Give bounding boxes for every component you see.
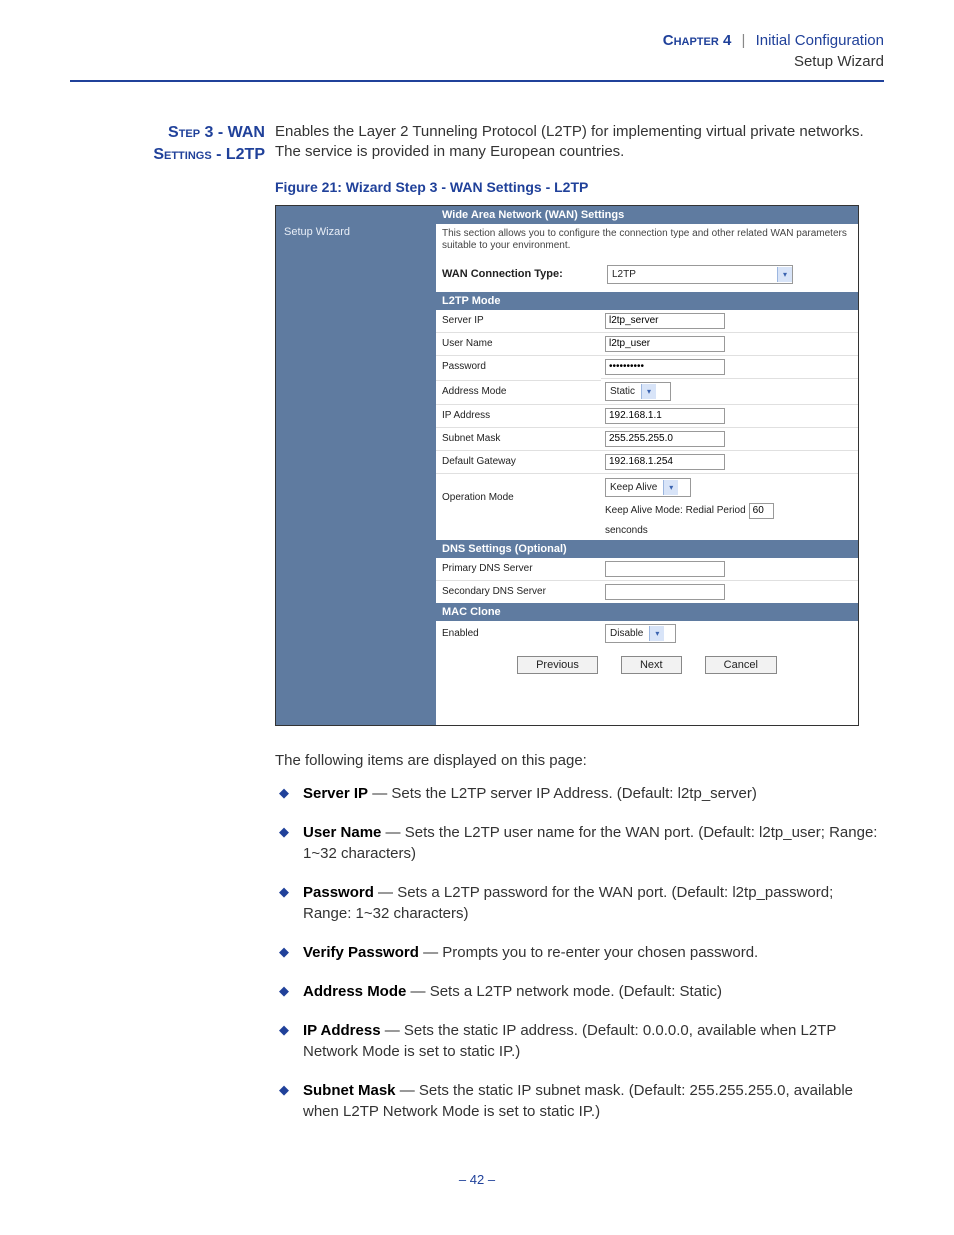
label-user-name: User Name [436,332,601,354]
chevron-down-icon: ▾ [777,267,792,282]
bullet-text: — Sets a L2TP network mode. (Default: St… [406,983,722,1000]
wan-type-value: L2TP [612,269,636,280]
bullet-text: — Sets the L2TP user name for the WAN po… [303,824,877,862]
list-item: Server IP — Sets the L2TP server IP Addr… [275,783,884,804]
mac-enabled-value: Disable [610,628,643,639]
chevron-down-icon: ▾ [649,626,664,641]
side-heading-line2: Settings - L2TP [153,146,265,163]
bullet-text: — Sets the static IP address. (Default: … [303,1022,836,1060]
figure-caption: Figure 21: Wizard Step 3 - WAN Settings … [275,179,884,195]
chevron-down-icon: ▾ [663,480,678,495]
label-address-mode: Address Mode [436,380,601,402]
input-default-gateway[interactable] [605,454,725,470]
input-server-ip[interactable] [605,313,725,329]
label-subnet-mask: Subnet Mask [436,427,601,449]
bullet-text: — Sets the L2TP server IP Address. (Defa… [368,785,757,802]
wizard-sidebar: Setup Wizard [276,206,436,725]
screenshot-wizard: Setup Wizard Wide Area Network (WAN) Set… [275,205,859,726]
bullet-list: Server IP — Sets the L2TP server IP Addr… [275,783,884,1122]
bullet-term: IP Address [303,1022,381,1039]
sub-heading: Setup Wizard [794,53,884,70]
select-address-mode[interactable]: Static ▾ [605,382,671,401]
list-item: Verify Password — Prompts you to re-ente… [275,942,884,963]
list-item: User Name — Sets the L2TP user name for … [275,822,884,864]
label-operation-mode: Operation Mode [436,473,601,508]
input-ip-address[interactable] [605,408,725,424]
bullet-text: — Prompts you to re-enter your chosen pa… [419,944,758,961]
select-operation-mode[interactable]: Keep Alive ▾ [605,478,691,497]
next-button[interactable]: Next [621,656,682,674]
label-secondary-dns: Secondary DNS Server [436,580,601,602]
bullet-term: Password [303,884,374,901]
list-item: Password — Sets a L2TP password for the … [275,882,884,924]
bullet-term: Address Mode [303,983,406,1000]
input-redial-period[interactable] [749,503,774,519]
sidebar-item-setup-wizard[interactable]: Setup Wizard [284,226,436,238]
section-dns: DNS Settings (Optional) [436,540,858,558]
wan-type-label: WAN Connection Type: [442,268,607,280]
label-default-gateway: Default Gateway [436,450,601,472]
previous-button[interactable]: Previous [517,656,598,674]
operation-mode-value: Keep Alive [610,482,657,493]
redial-prefix: Keep Alive Mode: Redial Period [605,505,746,516]
input-user-name[interactable] [605,336,725,352]
intro-paragraph: Enables the Layer 2 Tunneling Protocol (… [275,122,884,163]
bullet-term: Subnet Mask [303,1082,396,1099]
label-server-ip: Server IP [436,310,601,331]
input-primary-dns[interactable] [605,561,725,577]
label-password: Password [436,355,601,377]
input-password[interactable] [605,359,725,375]
chevron-down-icon: ▾ [641,384,656,399]
separator: | [742,32,746,49]
select-mac-enabled[interactable]: Disable ▾ [605,624,676,643]
label-primary-dns: Primary DNS Server [436,558,601,579]
items-intro: The following items are displayed on thi… [275,750,884,771]
cancel-button[interactable]: Cancel [705,656,777,674]
page-number: – 42 – [70,1172,884,1187]
input-secondary-dns[interactable] [605,584,725,600]
label-mac-enabled: Enabled [436,623,601,644]
redial-suffix: senconds [605,525,648,536]
bullet-text: — Sets a L2TP password for the WAN port.… [303,884,833,922]
side-heading: Step 3 - WAN Settings - L2TP [70,122,265,165]
section-l2tp-mode: L2TP Mode [436,292,858,310]
input-subnet-mask[interactable] [605,431,725,447]
panel-title: Wide Area Network (WAN) Settings [436,206,858,224]
side-heading-line1: Step 3 - WAN [168,124,265,141]
page-header: Chapter 4 | Initial Configuration Setup … [70,30,884,80]
list-item: Address Mode — Sets a L2TP network mode.… [275,981,884,1002]
panel-desc: This section allows you to configure the… [436,224,858,261]
breadcrumb: Initial Configuration [756,32,884,49]
list-item: IP Address — Sets the static IP address.… [275,1020,884,1062]
label-ip-address: IP Address [436,404,601,426]
bullet-term: Server IP [303,785,368,802]
chapter-label: Chapter 4 [663,32,732,49]
address-mode-value: Static [610,386,635,397]
header-rule [70,80,884,82]
wan-type-select[interactable]: L2TP ▾ [607,265,793,284]
bullet-term: Verify Password [303,944,419,961]
list-item: Subnet Mask — Sets the static IP subnet … [275,1080,884,1122]
bullet-term: User Name [303,824,381,841]
section-mac-clone: MAC Clone [436,603,858,621]
